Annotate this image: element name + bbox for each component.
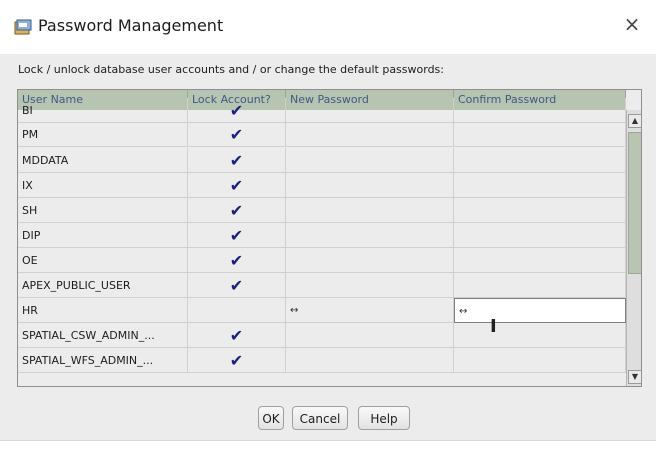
user-name-cell: SH — [18, 198, 188, 223]
lock-account-checkbox[interactable]: ✔ — [188, 148, 286, 173]
lock-account-checkbox[interactable]: ✔ — [188, 122, 286, 147]
confirm-password-field[interactable] — [454, 273, 626, 298]
confirm-password-field[interactable]: ↔ — [454, 298, 626, 323]
new-password-field[interactable] — [286, 148, 454, 173]
new-password-field[interactable]: ↔ — [286, 298, 454, 323]
lock-account-checkbox[interactable] — [188, 298, 286, 323]
table-row[interactable]: OE ✔ — [18, 248, 626, 273]
user-name-cell: BI — [18, 98, 188, 123]
user-name-cell: IX — [18, 173, 188, 198]
lock-account-checkbox[interactable]: ✔ — [188, 248, 286, 273]
table-row[interactable]: SPATIAL_CSW_ADMIN_... ✔ — [18, 323, 626, 348]
confirm-password-field[interactable] — [454, 148, 626, 173]
confirm-password-field[interactable] — [454, 323, 626, 348]
new-password-field[interactable] — [286, 273, 454, 298]
lock-account-checkbox[interactable]: ✔ — [188, 323, 286, 348]
confirm-password-field[interactable] — [454, 223, 626, 248]
confirm-password-field[interactable] — [454, 98, 626, 123]
new-password-field[interactable] — [286, 248, 454, 273]
new-password-field[interactable] — [286, 323, 454, 348]
text-cursor-icon: I — [490, 316, 497, 337]
scroll-down-icon[interactable]: ▼ — [628, 370, 641, 384]
table-row[interactable]: IX ✔ — [18, 173, 626, 198]
button-row: OK Cancel Help — [0, 406, 656, 434]
lock-account-checkbox[interactable]: ✔ — [188, 198, 286, 223]
scroll-up-icon[interactable]: ▲ — [628, 114, 641, 128]
user-name-cell: HR — [18, 298, 188, 323]
table-row[interactable]: MDDATA ✔ — [18, 148, 626, 173]
table-row[interactable]: HR ↔ ↔ — [18, 298, 626, 323]
table-row[interactable]: DIP ✔ — [18, 223, 626, 248]
bottom-band — [0, 440, 656, 467]
table-row[interactable]: PM ✔ — [18, 122, 626, 147]
user-name-cell: DIP — [18, 223, 188, 248]
new-password-field[interactable] — [286, 173, 454, 198]
lock-account-checkbox[interactable]: ✔ — [188, 223, 286, 248]
new-password-field[interactable] — [286, 348, 454, 373]
table-row[interactable]: SPATIAL_WFS_ADMIN_... ✔ — [18, 348, 626, 373]
scroll-thumb[interactable] — [628, 132, 641, 274]
new-password-field[interactable] — [286, 98, 454, 123]
table-row[interactable]: APEX_PUBLIC_USER ✔ — [18, 273, 626, 298]
new-password-field[interactable] — [286, 223, 454, 248]
user-name-cell: MDDATA — [18, 148, 188, 173]
confirm-password-field[interactable] — [454, 248, 626, 273]
new-password-field[interactable] — [286, 122, 454, 147]
lock-account-checkbox[interactable]: ✔ — [188, 348, 286, 373]
cancel-button[interactable]: Cancel — [292, 406, 348, 430]
user-name-cell: SPATIAL_CSW_ADMIN_... — [18, 323, 188, 348]
user-name-cell: OE — [18, 248, 188, 273]
app-icon — [14, 19, 32, 35]
title-bar: Password Management × — [0, 0, 656, 54]
accounts-table: User Name Lock Account? New Password Con… — [17, 89, 642, 387]
table-row[interactable]: BI ✔ — [18, 98, 626, 123]
lock-account-checkbox[interactable]: ✔ — [188, 173, 286, 198]
table-row[interactable]: SH ✔ — [18, 198, 626, 223]
user-name-cell: PM — [18, 122, 188, 147]
new-password-field[interactable] — [286, 198, 454, 223]
help-button[interactable]: Help — [358, 406, 410, 430]
ok-button[interactable]: OK — [258, 406, 284, 430]
close-icon[interactable]: × — [620, 12, 644, 36]
confirm-password-field[interactable] — [454, 173, 626, 198]
window-title: Password Management — [38, 16, 224, 35]
instruction-text: Lock / unlock database user accounts and… — [18, 63, 444, 76]
confirm-password-field[interactable] — [454, 122, 626, 147]
user-name-cell: APEX_PUBLIC_USER — [18, 273, 188, 298]
user-name-cell: SPATIAL_WFS_ADMIN_... — [18, 348, 188, 373]
lock-account-checkbox[interactable]: ✔ — [188, 98, 286, 123]
confirm-password-field[interactable] — [454, 198, 626, 223]
lock-account-checkbox[interactable]: ✔ — [188, 273, 286, 298]
confirm-password-field[interactable] — [454, 348, 626, 373]
vertical-scrollbar[interactable]: ▲ ▼ — [626, 110, 641, 386]
